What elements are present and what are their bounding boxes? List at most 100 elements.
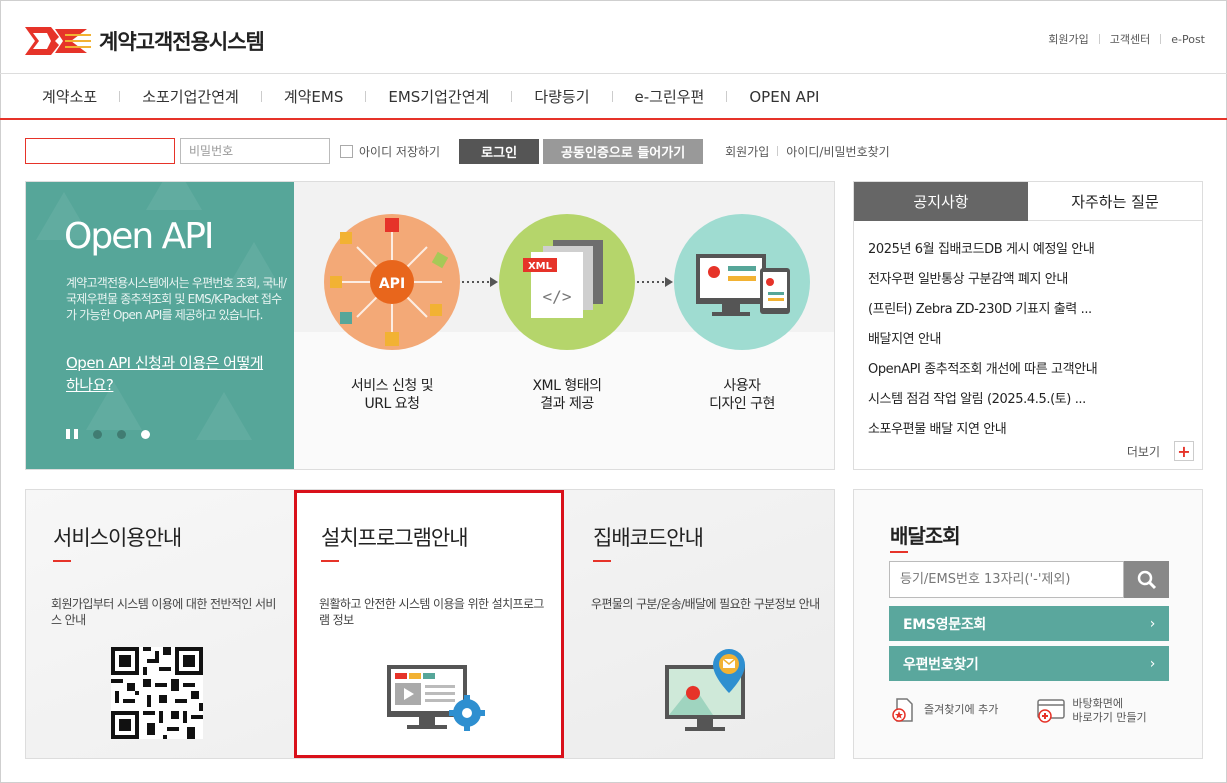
step-1-label: 서비스 신청 및 URL 요청	[350, 378, 434, 412]
accent-bar	[593, 560, 611, 562]
bookmark-doc-icon	[892, 698, 913, 722]
card-description: 우편물의 구분/운송/배달에 필요한 구분정보 안내	[591, 597, 820, 611]
step-2-label: XML 형태의 결과 제공	[532, 378, 602, 412]
arrow-icon	[462, 277, 498, 287]
notice-panel: 공지사항 자주하는 질문 2025년 6월 집배코드DB 게시 예정일 안내 전…	[853, 181, 1203, 470]
nav-item-open-api[interactable]: OPEN API	[727, 88, 841, 106]
slide-dot-active[interactable]	[141, 429, 150, 439]
card-description: 회원가입부터 시스템 이용에 대한 전반적인 서비스 안내	[51, 597, 276, 627]
button-label: EMS영문조회	[903, 616, 986, 633]
add-favorite-link[interactable]: 즐겨찾기에 추가	[890, 697, 998, 723]
monitor-gear-icon	[387, 665, 485, 731]
banner-steps-panel: API XML </> 서비스 신청 및 URL 요청 XML 형태의 결과 제…	[294, 182, 834, 469]
svg-text:</>: </>	[543, 287, 572, 306]
card-title: 서비스이용안내	[53, 526, 182, 550]
favorite-label: 즐겨찾기에 추가	[924, 703, 999, 716]
save-id-checkbox[interactable]: 아이디 저장하기	[340, 143, 440, 160]
banner-title: Open API	[64, 216, 215, 257]
desktop-shortcut-link[interactable]: 바탕화면에 바로가기 만들기	[1036, 697, 1147, 725]
util-link-customer-center[interactable]: 고객센터	[1110, 31, 1150, 47]
slide-dot[interactable]	[117, 429, 126, 439]
more-link[interactable]: 더보기 +	[1127, 441, 1194, 461]
arrow-icon	[637, 277, 673, 287]
devices-icon	[674, 214, 810, 350]
login-button[interactable]: 로그인	[459, 138, 540, 164]
search-button[interactable]	[1124, 561, 1169, 598]
nav-item-ems-b2b[interactable]: EMS기업간연계	[366, 86, 511, 107]
ems-english-tracking-button[interactable]: EMS영문조회 ›	[889, 606, 1169, 641]
shortcut-label: 바탕화면에 바로가기 만들기	[1072, 697, 1147, 724]
api-label: API	[379, 276, 405, 292]
list-item[interactable]: 2025년 6월 집배코드DB 게시 예정일 안내	[868, 235, 1202, 265]
map-location-icon	[665, 649, 745, 731]
checkbox-box[interactable]	[340, 144, 353, 158]
certificate-login-button[interactable]: 공동인증으로 들어가기	[543, 138, 704, 164]
card-title: 집배코드안내	[593, 526, 704, 550]
decor-shape	[146, 182, 202, 210]
open-api-banner: Open API 계약고객전용시스템에서는 우편번호 조회, 국내/국제우편물 …	[25, 181, 835, 470]
panel-title: 배달조회	[890, 524, 961, 548]
list-item[interactable]: (프린터) Zebra ZD-230D 기표지 출력 ...	[868, 295, 1202, 325]
chevron-right-icon: ›	[1149, 615, 1156, 632]
nav-item-parcel-b2b[interactable]: 소포기업간연계	[120, 86, 261, 107]
main-nav: 계약소포 소포기업간연계 계약EMS EMS기업간연계 다량등기 e-그린우편 …	[0, 75, 1227, 120]
util-link-epost[interactable]: e-Post	[1171, 33, 1205, 46]
delivery-links: 즐겨찾기에 추가 바탕화면에 바로가기 만들기	[890, 697, 1180, 725]
service-guides: 서비스이용안내 회원가입부터 시스템 이용에 대한 전반적인 서비스 안내 설치…	[25, 489, 835, 759]
more-label: 더보기	[1126, 444, 1160, 459]
divider	[1160, 34, 1162, 44]
tracking-search	[889, 561, 1169, 598]
card-title: 설치프로그램안내	[321, 526, 469, 550]
find-id-password-link[interactable]: 아이디/비밀번호찾기	[786, 143, 889, 160]
api-plug-icon: API	[324, 214, 460, 350]
card-description: 원활하고 안전한 시스템 이용을 위한 설치프로그램 정보	[319, 597, 544, 627]
delivery-tracking-panel: 배달조회 EMS영문조회 › 우편번호찾기 › 즐겨찾기에 추가	[853, 489, 1203, 759]
util-link-join[interactable]: 회원가입	[1048, 31, 1088, 47]
service-guide-card[interactable]: 서비스이용안내 회원가입부터 시스템 이용에 대한 전반적인 서비스 안내	[26, 490, 296, 758]
accent-bar	[890, 551, 908, 553]
nav-item-green-mail[interactable]: e-그린우편	[613, 86, 727, 107]
decor-shape	[196, 392, 252, 440]
nav-item-bulk-registered[interactable]: 다량등기	[512, 86, 611, 107]
save-id-label: 아이디 저장하기	[359, 144, 441, 159]
banner-description: 계약고객전용시스템에서는 우편번호 조회, 국내/국제우편물 종추적조회 및 E…	[66, 276, 287, 322]
qr-code-icon	[111, 647, 203, 739]
header: 계약고객전용시스템 회원가입 고객센터 e-Post	[0, 0, 1227, 74]
logo-text: 계약고객전용시스템	[99, 30, 265, 54]
list-item[interactable]: 배달지연 안내	[868, 325, 1202, 355]
xml-label: XML	[528, 261, 553, 272]
nav-item-ems[interactable]: 계약EMS	[262, 86, 366, 107]
xml-document-icon: XML </>	[499, 214, 635, 350]
postal-code-search-button[interactable]: 우편번호찾기 ›	[889, 646, 1169, 681]
id-input[interactable]	[25, 138, 175, 164]
password-input[interactable]	[180, 138, 330, 164]
nav-item-parcel[interactable]: 계약소포	[20, 86, 119, 107]
divider	[777, 146, 779, 156]
tab-faq[interactable]: 자주하는 질문	[1028, 182, 1202, 221]
install-program-guide-card[interactable]: 설치프로그램안내 원활하고 안전한 시스템 이용을 위한 설치프로그램 정보	[294, 490, 564, 758]
divider	[1098, 34, 1100, 44]
banner-text-panel: Open API 계약고객전용시스템에서는 우편번호 조회, 국내/국제우편물 …	[26, 182, 294, 469]
list-item[interactable]: 시스템 점검 작업 알림 (2025.4.5.(토) ...	[868, 385, 1202, 415]
login-links: 회원가입 아이디/비밀번호찾기	[725, 143, 890, 160]
logo[interactable]: 계약고객전용시스템	[25, 24, 265, 58]
slider-controls	[66, 429, 150, 439]
notice-list: 2025년 6월 집배코드DB 게시 예정일 안내 전자우편 일반통상 구분감액…	[854, 221, 1202, 445]
button-label: 우편번호찾기	[903, 656, 979, 673]
delivery-code-guide-card[interactable]: 집배코드안내 우편물의 구분/운송/배달에 필요한 구분정보 안내	[566, 490, 836, 758]
plus-icon[interactable]: +	[1174, 441, 1194, 461]
notice-tabs: 공지사항 자주하는 질문	[854, 182, 1202, 221]
desktop-shortcut-icon	[1037, 699, 1066, 723]
join-link[interactable]: 회원가입	[725, 143, 769, 160]
list-item[interactable]: OpenAPI 종추적조회 개선에 따른 고객안내	[868, 355, 1202, 385]
banner-link[interactable]: Open API 신청과 이용은 어떻게 하나요?	[66, 352, 266, 396]
post-logo-icon	[25, 27, 91, 55]
tracking-number-input[interactable]	[889, 561, 1124, 598]
step-3-label: 사용자 디자인 구현	[709, 378, 775, 412]
pause-icon[interactable]	[66, 429, 78, 439]
tab-notice[interactable]: 공지사항	[854, 182, 1028, 221]
login-bar: 아이디 저장하기 로그인 공동인증으로 들어가기 회원가입 아이디/비밀번호찾기	[25, 138, 890, 164]
list-item[interactable]: 전자우편 일반통상 구분감액 폐지 안내	[868, 265, 1202, 295]
slide-dot[interactable]	[93, 429, 102, 439]
util-links: 회원가입 고객센터 e-Post	[1048, 31, 1205, 47]
